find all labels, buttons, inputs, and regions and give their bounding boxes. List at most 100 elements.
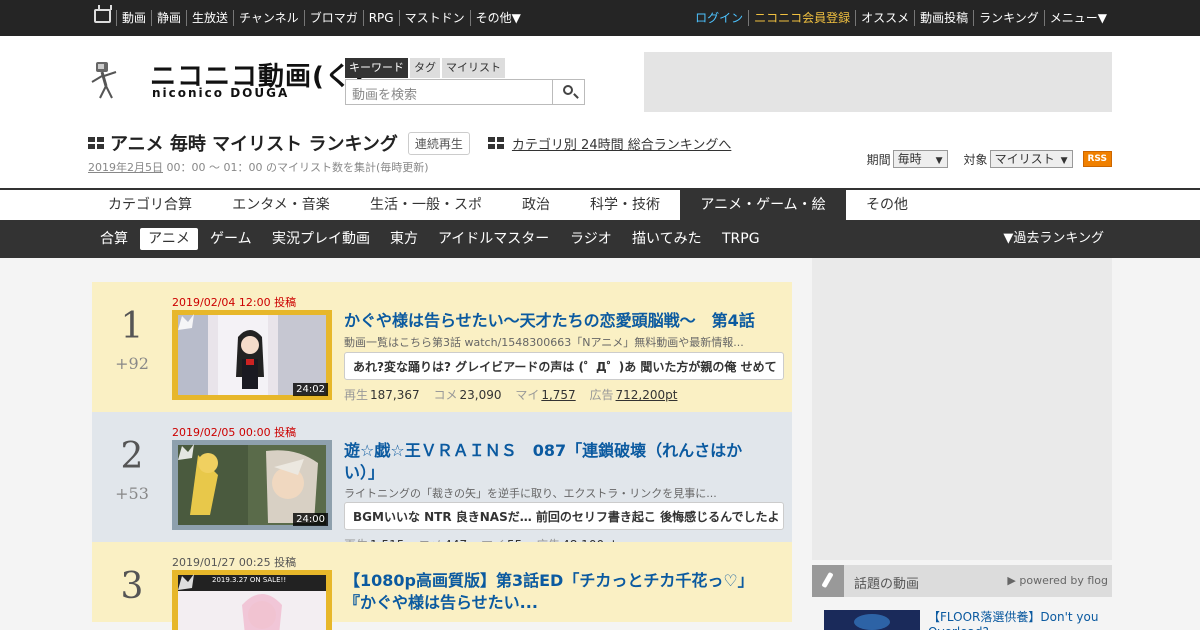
nav-more-menu[interactable]: その他▼ xyxy=(469,10,526,26)
period-value: 毎時 xyxy=(897,152,922,166)
posted-date: 2019/02/05 00:00 投稿 xyxy=(172,426,297,439)
ranking-title-row: アニメ 毎時 マイリスト ランキング 連続再生 カテゴリ別 24時間 総合ランキ… xyxy=(88,130,731,156)
upload-link[interactable]: 動画投稿 xyxy=(914,10,973,26)
niconico-mascot-logo[interactable] xyxy=(90,58,120,102)
target-value: マイリスト xyxy=(994,152,1055,166)
sidebar-ad-space xyxy=(812,258,1112,560)
ranking-period-info: 2019年2月5日 00：00 ～ 01：00 のマイリスト数を集計(毎時更新) xyxy=(88,159,429,175)
page-title: アニメ 毎時 マイリスト ランキング xyxy=(110,134,398,155)
subgenre-tab-idolmaster[interactable]: アイドルマスター xyxy=(433,228,554,250)
video-description: 動画一覧はこちら第3話 watch/1548300663「Nアニメ」無料動画や最… xyxy=(344,336,744,349)
views-label: 再生 xyxy=(344,388,369,402)
genre-tab-anime-game[interactable]: アニメ・ゲーム・絵 xyxy=(680,190,846,220)
trending-video-item[interactable]: 【FLOOR落選供養】Don't you Overload? xyxy=(824,608,1114,630)
subgenre-tab-touhou[interactable]: 東方 xyxy=(385,228,423,250)
genre-tab-all[interactable]: カテゴリ合算 xyxy=(88,190,212,220)
hot-ribbon-icon xyxy=(178,444,194,460)
comments-count: 23,090 xyxy=(459,388,502,402)
mylist-label: マイ xyxy=(515,388,540,402)
trending-video-title[interactable]: 【FLOOR落選供養】Don't you Overload? xyxy=(928,610,1114,630)
subgenre-tab-drawing[interactable]: 描いてみた xyxy=(627,228,707,250)
posted-date: 2019/02/04 12:00 投稿 xyxy=(172,296,297,309)
video-thumbnail[interactable]: 2019.3.27 ON SALE!! xyxy=(172,570,332,630)
ranking-link[interactable]: ランキング xyxy=(973,10,1044,26)
genre-tab-entertainment[interactable]: エンタメ・音楽 xyxy=(212,190,350,220)
video-title-link[interactable]: 遊☆戯☆王ＶＲＡＩＮＳ 087「連鎖破壊（れんさはかい）」 xyxy=(344,440,774,484)
subgenre-tab-lets-play[interactable]: 実況プレイ動画 xyxy=(267,228,375,250)
nav-blomaga-link[interactable]: ブロマガ xyxy=(303,10,363,26)
category-grid-icon xyxy=(487,137,504,149)
search-icon xyxy=(563,85,573,95)
dropdown-arrow-icon: ▼ xyxy=(1060,156,1068,166)
nav-mastodon-link[interactable]: マストドン xyxy=(398,10,470,26)
ranking-filters: 期間 毎時 ▼ 対象 マイリスト ▼ RSS xyxy=(867,150,1112,168)
trending-video-thumbnail[interactable] xyxy=(824,610,920,630)
search-button[interactable] xyxy=(552,79,585,105)
ad-label: 広告 xyxy=(589,388,614,402)
genre-tab-bar: カテゴリ合算 エンタメ・音楽 生活・一般・スポ 政治 科学・技術 アニメ・ゲーム… xyxy=(0,188,1200,220)
period-label: 期間 xyxy=(866,152,891,167)
genre-tab-other[interactable]: その他 xyxy=(846,190,928,220)
subgenre-tab-radio[interactable]: ラジオ xyxy=(565,228,617,250)
ranking-item: 3 2019/01/27 00:25 投稿 2019.3.27 ON SALE!… xyxy=(92,542,792,630)
trending-videos-header: 話題の動画 ▶ powered by flog xyxy=(812,565,1112,597)
site-logo-subtext: niconico DOUGA xyxy=(152,86,290,100)
nav-live-link[interactable]: 生放送 xyxy=(186,10,233,26)
nav-rpg-link[interactable]: RPG xyxy=(362,10,399,26)
niconico-tv-icon[interactable] xyxy=(94,9,111,23)
latest-comments: あれ?変な踊りは? グレイビアードの声は (゜Д゜)あ 聞いた方が親の俺 せめて xyxy=(344,352,784,380)
video-title-link[interactable]: かぐや様は告らせたい～天才たちの恋愛頭脳戦～ 第4話 xyxy=(344,310,774,332)
service-links: 動画 静画 生放送 チャンネル ブロマガ RPG マストドン その他▼ xyxy=(116,10,526,26)
hot-ribbon-icon xyxy=(178,314,194,330)
genre-tab-science[interactable]: 科学・技術 xyxy=(570,190,680,220)
search-tab-tag[interactable]: タグ xyxy=(410,58,440,78)
search-input[interactable]: 動画を検索 xyxy=(345,79,553,105)
category-ranking-link[interactable]: カテゴリ別 24時間 総合ランキングへ xyxy=(487,134,732,153)
comments-label: コメ xyxy=(433,388,458,402)
video-stats: 再生 187,367 コメ 23,090 マイ 1,757 広告 712,200pt xyxy=(344,386,687,403)
mylist-count-link[interactable]: 1,757 xyxy=(541,388,575,402)
subgenre-tab-total[interactable]: 合算 xyxy=(95,228,133,250)
video-duration: 24:02 xyxy=(293,383,328,396)
rank-delta: +53 xyxy=(115,484,149,503)
genre-tab-life[interactable]: 生活・一般・スポ xyxy=(350,190,502,220)
ranking-date-link[interactable]: 2019年2月5日 xyxy=(88,161,163,174)
subgenre-tab-bar: 合算 アニメ ゲーム 実況プレイ動画 東方 アイドルマスター ラジオ 描いてみた… xyxy=(0,220,1200,258)
login-link[interactable]: ログイン xyxy=(690,10,748,26)
recommend-link[interactable]: オススメ xyxy=(855,10,914,26)
rss-button[interactable]: RSS xyxy=(1082,151,1112,167)
search-tab-keyword[interactable]: キーワード xyxy=(345,58,408,78)
period-select[interactable]: 毎時 ▼ xyxy=(892,150,948,168)
posted-date: 2019/01/27 00:25 投稿 xyxy=(172,556,297,569)
ranking-period-text: 00：00 ～ 01：00 のマイリスト数を集計(毎時更新) xyxy=(163,161,429,174)
nav-seiga-link[interactable]: 静画 xyxy=(151,10,186,26)
ad-points-link[interactable]: 712,200pt xyxy=(616,388,678,402)
latest-comments: BGMいいな NTR 良きNASだ… 前回のセリフ書き起こ 後悔感じるんでしたよ xyxy=(344,502,784,530)
target-select[interactable]: マイリスト ▼ xyxy=(989,150,1073,168)
ranking-item: 1 +92 2019/02/04 12:00 投稿 24:02 かぐや様は告らせ… xyxy=(92,282,792,412)
rank-number: 2 xyxy=(120,436,144,477)
video-thumbnail[interactable]: 24:02 xyxy=(172,310,332,400)
video-thumbnail[interactable]: 24:00 xyxy=(172,440,332,530)
nav-channel-link[interactable]: チャンネル xyxy=(233,10,304,26)
menu-dropdown[interactable]: メニュー▼ xyxy=(1043,10,1112,26)
register-link[interactable]: ニコニコ会員登録 xyxy=(748,10,855,26)
subgenre-tab-game[interactable]: ゲーム xyxy=(205,228,257,250)
video-title-link[interactable]: 【1080p高画質版】第3話ED「チカっとチカ千花っ♡」『かぐや様は告らせたい.… xyxy=(344,570,774,614)
target-label: 対象 xyxy=(963,152,988,167)
past-ranking-dropdown[interactable]: ▼過去ランキング xyxy=(1003,228,1104,250)
pen-icon xyxy=(812,565,844,597)
search-tab-mylist[interactable]: マイリスト xyxy=(442,58,505,78)
genre-tab-politics[interactable]: 政治 xyxy=(502,190,570,220)
powered-by-flog-link[interactable]: ▶ powered by flog xyxy=(1007,574,1108,587)
rank-delta: +92 xyxy=(115,354,149,373)
ranking-item: 2 +53 2019/02/05 00:00 投稿 24:00 遊☆戯☆王ＶＲＡ… xyxy=(92,412,792,552)
video-duration: 24:00 xyxy=(293,513,328,526)
category-link-label: カテゴリ別 24時間 総合ランキングへ xyxy=(511,137,732,153)
rank-number: 1 xyxy=(120,306,144,347)
subgenre-tab-anime[interactable]: アニメ xyxy=(140,228,198,250)
nav-video-link[interactable]: 動画 xyxy=(116,10,151,26)
continuous-play-button[interactable]: 連続再生 xyxy=(407,131,470,155)
ranking-grid-icon xyxy=(88,137,104,149)
subgenre-tab-trpg[interactable]: TRPG xyxy=(717,228,765,250)
